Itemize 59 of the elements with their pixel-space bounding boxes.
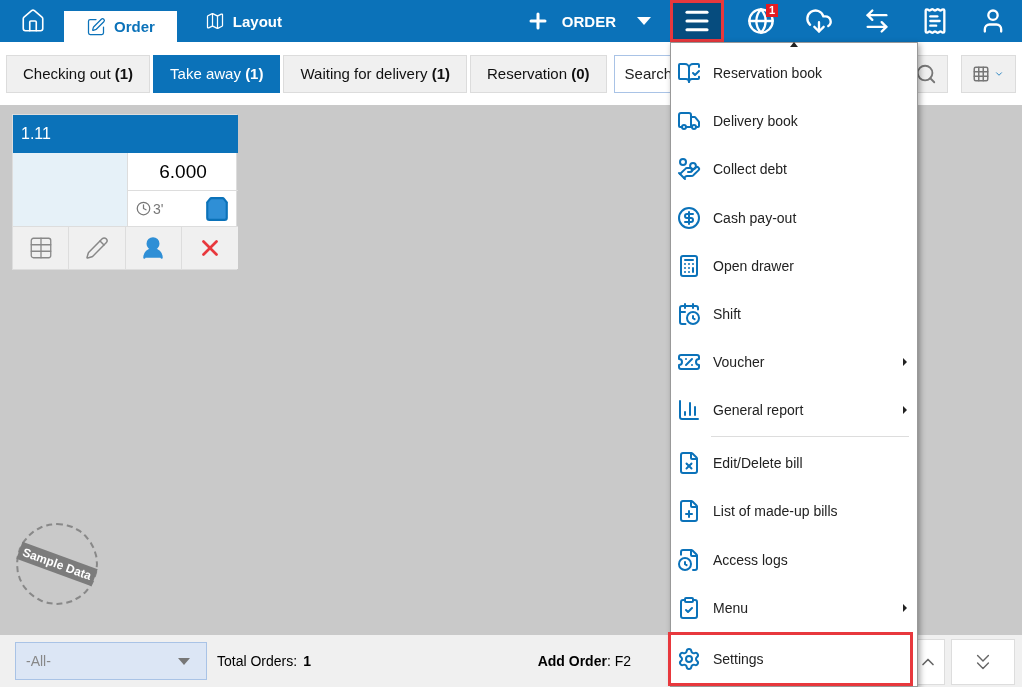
filter-tab[interactable]: Reservation (0) bbox=[470, 54, 607, 93]
order-amount: 6.000 bbox=[128, 153, 238, 191]
filter-tab[interactable]: Checking out (1) bbox=[6, 54, 151, 93]
document-clock-icon bbox=[677, 547, 701, 572]
notepad-pen-icon bbox=[86, 16, 106, 37]
menu-button[interactable] bbox=[670, 0, 724, 42]
globe-icon bbox=[747, 7, 775, 35]
menu-item[interactable]: Open drawer bbox=[671, 241, 917, 290]
menu-item[interactable]: General report bbox=[671, 386, 917, 435]
submenu-arrow-icon bbox=[903, 406, 907, 415]
nav-tab[interactable]: Layout bbox=[182, 0, 305, 42]
document-plus-icon bbox=[677, 499, 701, 524]
dollar-icon bbox=[677, 205, 701, 230]
settings-icon bbox=[677, 646, 701, 671]
order-name: 1.11 bbox=[13, 115, 238, 153]
notification-badge: 1 bbox=[766, 4, 779, 17]
delete-button[interactable] bbox=[181, 227, 238, 269]
clock-icon bbox=[136, 201, 151, 216]
menu-item[interactable]: Delivery book bbox=[671, 97, 917, 146]
home-icon bbox=[20, 8, 46, 34]
menu-item[interactable]: Menu bbox=[671, 583, 917, 632]
map-icon bbox=[204, 11, 225, 31]
caret-icon bbox=[637, 17, 651, 25]
document-x-icon bbox=[677, 451, 701, 476]
table-button[interactable] bbox=[13, 227, 70, 269]
calendar-clock-icon bbox=[677, 301, 701, 326]
clipboard-check-icon bbox=[677, 595, 701, 620]
view-button[interactable] bbox=[960, 54, 1016, 93]
menu-item[interactable]: Collect debt bbox=[671, 145, 917, 194]
cloud-download-icon bbox=[805, 7, 833, 35]
open-book-icon bbox=[677, 61, 701, 86]
receipt-icon bbox=[921, 7, 949, 35]
calculator-icon bbox=[677, 253, 701, 278]
menu-item[interactable]: Settings bbox=[668, 631, 913, 687]
elapsed-time: 3' bbox=[136, 200, 164, 217]
menu-item[interactable]: Shift bbox=[671, 289, 917, 338]
menu-item[interactable]: List of made-up bills bbox=[671, 487, 917, 536]
menu-item[interactable]: Access logs bbox=[671, 535, 917, 584]
filter-tab[interactable]: Take away (1) bbox=[153, 54, 281, 93]
new-order-button[interactable]: ORDER bbox=[515, 0, 626, 42]
submenu-arrow-icon bbox=[903, 358, 907, 366]
menu-item[interactable]: Cash pay-out bbox=[671, 193, 917, 242]
pencil-icon bbox=[84, 236, 109, 260]
edit-button[interactable] bbox=[69, 227, 126, 269]
order-card[interactable]: 1.11 6.000 3' bbox=[12, 114, 237, 270]
assign-button[interactable] bbox=[125, 227, 182, 269]
bar-chart-icon bbox=[677, 398, 701, 423]
total-orders-text: Total Orders: 1 bbox=[217, 653, 311, 669]
filter-tab[interactable]: Waiting for delivery (1) bbox=[283, 54, 467, 93]
hand-coins-icon bbox=[677, 157, 701, 182]
caret-icon bbox=[178, 657, 190, 665]
grid-icon bbox=[972, 64, 991, 83]
menu-item[interactable]: Voucher bbox=[671, 337, 917, 387]
shortcut-hint: Add Order: F2 bbox=[537, 653, 631, 669]
menu-item[interactable]: Edit/Delete bill bbox=[671, 439, 917, 488]
submenu-arrow-icon bbox=[903, 603, 907, 612]
nav-tab[interactable]: Order bbox=[64, 11, 177, 42]
menu-item[interactable]: Reservation book bbox=[671, 49, 917, 98]
toolbar-icon-button[interactable]: 1 bbox=[732, 0, 790, 42]
